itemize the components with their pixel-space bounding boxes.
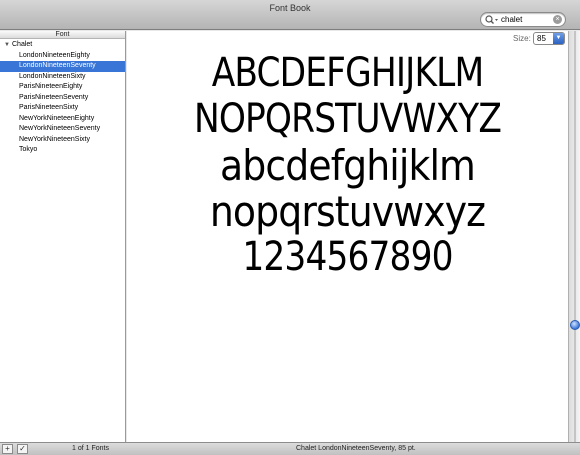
font-count: 1 of 1 Fonts [72,445,109,452]
font-face-item[interactable]: Tokyo [0,145,125,156]
sample-lowercase-2: nopqrstuvwxyz [209,187,486,236]
slider-track [574,31,576,442]
font-face-item[interactable]: LondonNineteenSixty [0,72,125,83]
clear-icon[interactable]: × [553,15,562,24]
font-face-item[interactable]: LondonNineteenEighty [0,51,125,62]
font-family-item[interactable]: ▼ Chalet [0,40,125,51]
disclosure-triangle-icon[interactable]: ▼ [4,40,12,51]
sample-uppercase-1: ABCDEFGHIJKLM [211,50,484,96]
font-sample: ABCDEFGHIJKLM NOPQRSTUVWXYZ abcdefghijkl… [127,53,568,283]
font-face-item[interactable]: NewYorkNineteenEighty [0,114,125,125]
selected-font-info: Chalet LondonNineteenSeventy, 85 pt. [296,445,416,452]
font-face-item[interactable]: ParisNineteenSixty [0,103,125,114]
title-bar: Font Book chalet × [0,0,580,30]
search-value: chalet [501,15,523,24]
font-face-item[interactable]: ParisNineteenSeventy [0,93,125,104]
preview-pane: Size: 85 ▼ ABCDEFGHIJKLM NOPQRSTUVWXYZ a… [127,31,568,442]
size-value: 85 [537,34,546,43]
font-column-header[interactable]: Font [0,31,125,39]
sample-uppercase-2: NOPQRSTUVWXYZ [193,96,502,142]
size-popup[interactable]: 85 ▼ [533,32,565,45]
font-list: Font ▼ Chalet LondonNineteenEighty London… [0,31,126,442]
enable-checkbox-button[interactable]: ✓ [17,444,28,454]
font-tree: ▼ Chalet LondonNineteenEighty LondonNinet… [0,39,125,156]
font-face-item[interactable]: NewYorkNineteenSixty [0,135,125,146]
sample-lowercase-1: abcdefghijklm [220,141,476,190]
size-label: Size: [513,34,531,43]
search-field[interactable]: chalet × [480,12,566,27]
sample-digits: 1234567890 [242,234,453,280]
font-face-item[interactable]: ParisNineteenEighty [0,82,125,93]
add-button[interactable]: + [2,444,13,454]
status-bar: + ✓ 1 of 1 Fonts Chalet LondonNineteenSe… [0,442,580,455]
font-face-item-selected[interactable]: LondonNineteenSeventy [0,61,125,72]
slider-knob[interactable] [570,320,580,330]
size-slider[interactable] [568,31,580,442]
font-face-item[interactable]: NewYorkNineteenSeventy [0,124,125,135]
magnifier-icon [485,15,498,24]
chevron-down-icon: ▼ [553,33,564,44]
